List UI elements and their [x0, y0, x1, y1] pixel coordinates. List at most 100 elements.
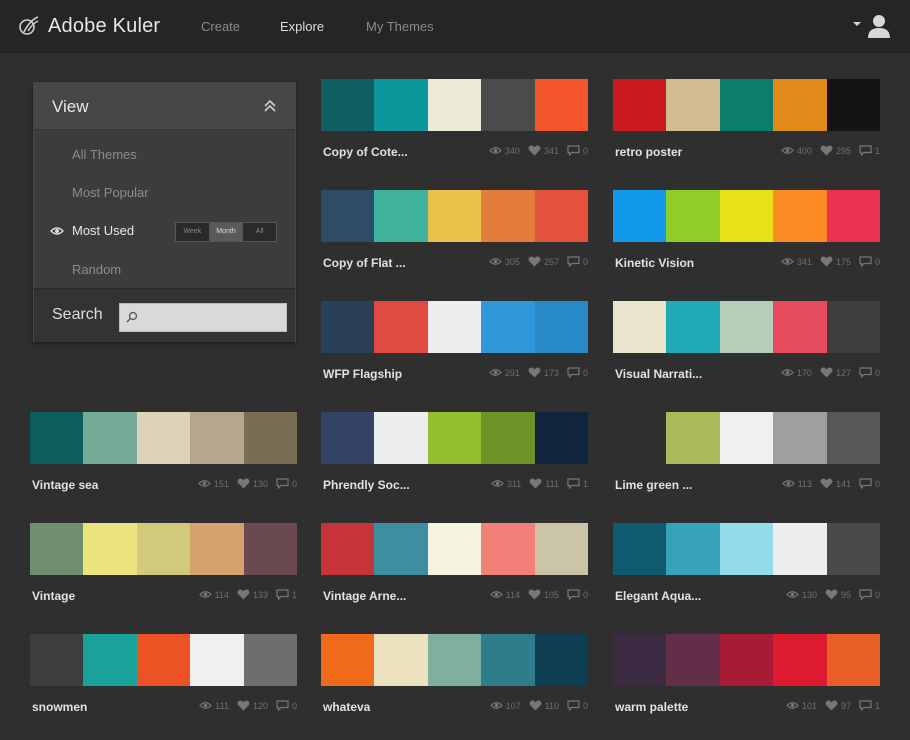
theme-card[interactable]: whateva 107 110 0	[321, 634, 589, 724]
view-item-most-used[interactable]: Most Used	[72, 223, 134, 238]
theme-card[interactable]: Phrendly Soc... 311 111 1	[321, 412, 589, 502]
theme-stats: 151 130 0	[198, 478, 297, 489]
theme-card[interactable]: Vintage Arne... 114 105 0	[321, 523, 589, 613]
theme-card[interactable]: Copy of Flat ... 305 257 0	[321, 190, 589, 280]
nav-create[interactable]: Create	[201, 19, 240, 34]
theme-color-strip[interactable]	[30, 634, 298, 686]
double-chevron-up-icon[interactable]	[263, 99, 277, 113]
theme-color-strip[interactable]	[613, 301, 881, 353]
theme-color-strip[interactable]	[30, 523, 298, 575]
theme-title[interactable]: Elegant Aqua...	[615, 589, 701, 603]
color-swatch	[826, 634, 881, 686]
search-input[interactable]	[142, 304, 280, 331]
theme-color-strip[interactable]	[30, 412, 298, 464]
theme-title[interactable]: snowmen	[32, 700, 87, 714]
like-count: 127	[835, 367, 851, 378]
color-swatch	[30, 634, 84, 686]
view-count: 130	[801, 589, 817, 600]
theme-title[interactable]: Vintage sea	[32, 478, 98, 492]
theme-color-strip[interactable]	[613, 523, 881, 575]
like-count: 97	[840, 700, 851, 711]
theme-color-strip[interactable]	[321, 412, 589, 464]
theme-title[interactable]: Lime green ...	[615, 478, 692, 492]
color-swatch	[613, 523, 667, 575]
theme-card[interactable]: retro poster 400 295 1	[613, 79, 881, 169]
theme-color-strip[interactable]	[613, 190, 881, 242]
theme-title[interactable]: Copy of Cote...	[323, 145, 408, 159]
search-box[interactable]	[119, 303, 287, 332]
theme-title[interactable]: Kinetic Vision	[615, 256, 694, 270]
color-swatch	[666, 523, 720, 575]
nav-explore[interactable]: Explore	[280, 19, 324, 34]
theme-title[interactable]: WFP Flagship	[323, 367, 402, 381]
theme-color-strip[interactable]	[613, 412, 881, 464]
theme-stats: 107 110 0	[489, 700, 588, 711]
kuler-logo-icon[interactable]	[18, 14, 40, 38]
theme-card[interactable]: Elegant Aqua... 130 95 0	[613, 523, 881, 613]
eye-icon	[198, 591, 212, 598]
comment-count: 1	[874, 700, 880, 711]
view-count: 101	[801, 700, 817, 711]
view-count: 341	[796, 256, 812, 267]
theme-card[interactable]: Visual Narrati... 170 127 0	[613, 301, 881, 391]
color-swatch	[321, 190, 375, 242]
theme-title[interactable]: whateva	[323, 700, 370, 714]
color-swatch	[613, 79, 667, 131]
theme-title[interactable]: Vintage	[32, 589, 75, 603]
comment-icon	[276, 478, 289, 489]
filter-all[interactable]: All	[243, 223, 276, 241]
eye-icon	[489, 147, 502, 154]
theme-color-strip[interactable]	[321, 79, 589, 131]
color-swatch	[481, 301, 535, 353]
filter-month[interactable]: Month	[209, 223, 244, 241]
view-item-all-themes[interactable]: All Themes	[72, 147, 137, 162]
color-swatch	[719, 412, 774, 464]
view-item-random[interactable]: Random	[72, 262, 121, 277]
color-swatch	[243, 523, 298, 575]
view-count: 151	[213, 478, 229, 489]
color-swatch	[613, 634, 667, 686]
theme-card[interactable]: Kinetic Vision 341 175 0	[613, 190, 881, 280]
view-count: 400	[796, 145, 812, 156]
color-swatch	[719, 79, 774, 131]
theme-color-strip[interactable]	[321, 190, 589, 242]
theme-color-strip[interactable]	[321, 301, 589, 353]
theme-card[interactable]: Vintage sea 151 130 0	[30, 412, 298, 502]
theme-card[interactable]: Lime green ... 113 141 0	[613, 412, 881, 502]
theme-color-strip[interactable]	[613, 79, 881, 131]
heart-icon	[825, 700, 838, 711]
view-count: 114	[214, 589, 229, 600]
chevron-down-icon[interactable]	[852, 19, 862, 29]
color-swatch	[427, 301, 482, 353]
color-swatch	[374, 523, 428, 575]
theme-color-strip[interactable]	[613, 634, 881, 686]
comment-count: 0	[582, 700, 588, 711]
theme-title[interactable]: retro poster	[615, 145, 682, 159]
theme-title[interactable]: Visual Narrati...	[615, 367, 702, 381]
theme-title[interactable]: warm palette	[615, 700, 688, 714]
view-count: 170	[796, 367, 812, 378]
theme-card[interactable]: Copy of Cote... 340 341 0	[321, 79, 589, 169]
theme-color-strip[interactable]	[321, 523, 589, 575]
nav-my-themes[interactable]: My Themes	[366, 19, 434, 34]
theme-color-strip[interactable]	[321, 634, 589, 686]
color-swatch	[666, 190, 720, 242]
theme-title[interactable]: Copy of Flat ...	[323, 256, 406, 270]
view-item-most-popular[interactable]: Most Popular	[72, 185, 149, 200]
theme-card[interactable]: snowmen 111 120 0	[30, 634, 298, 724]
theme-title[interactable]: Phrendly Soc...	[323, 478, 410, 492]
filter-week[interactable]: Week	[176, 223, 210, 241]
theme-card[interactable]: WFP Flagship 291 173 0	[321, 301, 589, 391]
user-avatar-icon[interactable]	[866, 13, 892, 39]
eye-icon	[786, 591, 799, 598]
like-count: 95	[840, 589, 851, 600]
color-swatch	[773, 301, 827, 353]
theme-title[interactable]: Vintage Arne...	[323, 589, 406, 603]
theme-card[interactable]: warm palette 101 97 1	[613, 634, 881, 724]
like-count: 141	[835, 478, 851, 489]
theme-card[interactable]: Vintage 114 133 1	[30, 523, 298, 613]
view-panel-header[interactable]: View	[34, 83, 295, 130]
view-count: 111	[215, 700, 229, 711]
eye-icon	[781, 258, 794, 265]
color-swatch	[481, 523, 535, 575]
